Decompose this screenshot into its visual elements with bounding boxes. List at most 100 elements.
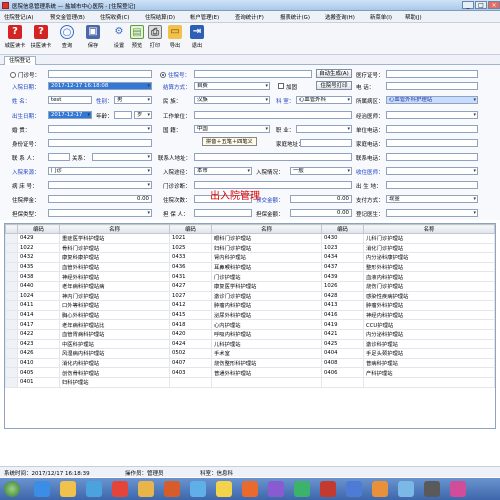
name-cell[interactable]: 肿瘤内科护理站 <box>211 300 322 311</box>
yajin-input[interactable]: 0.00 <box>48 195 152 203</box>
menzhen-radio[interactable] <box>10 72 16 78</box>
name-cell[interactable]: 眼科门诊护理站 <box>211 233 322 244</box>
code-cell[interactable]: 0440 <box>17 280 60 292</box>
name-cell[interactable]: 肿瘤外科护理站 <box>363 300 495 311</box>
code-cell[interactable]: 1025 <box>169 242 212 254</box>
zhifu-select[interactable]: 现金 <box>386 195 478 203</box>
name-cell[interactable]: 儿科护理站 <box>211 338 322 350</box>
name-cell[interactable]: 妇科门诊护理站 <box>211 242 322 254</box>
app-icon[interactable] <box>190 481 206 497</box>
code-cell[interactable] <box>321 376 364 388</box>
code-cell[interactable] <box>169 376 212 388</box>
code-cell[interactable]: 0422 <box>17 328 60 340</box>
ie-icon[interactable] <box>34 481 50 497</box>
table-row[interactable]: 0401 妇科护理站 <box>5 376 495 388</box>
name-cell[interactable]: 消化门诊护理站 <box>363 242 495 254</box>
code-cell[interactable]: 0419 <box>321 319 364 330</box>
name-cell[interactable]: 康复医学科护理站 <box>211 280 322 292</box>
code-cell[interactable]: 0423 <box>17 338 60 350</box>
print-button[interactable]: ⎙ 打印 <box>144 25 166 53</box>
name-cell[interactable]: 激诊门诊护理站 <box>211 290 322 302</box>
bingqu-select[interactable]: 心血管外科护理站 <box>386 96 478 104</box>
zhiye-select[interactable] <box>296 125 352 133</box>
shoushu-select[interactable] <box>386 167 478 175</box>
code-cell[interactable]: 0407 <box>169 357 212 369</box>
danbaoren-input[interactable] <box>194 209 252 217</box>
hunyin-select[interactable] <box>48 125 152 133</box>
bingqing-select[interactable] <box>48 181 152 189</box>
code-cell[interactable]: 0417 <box>17 319 60 330</box>
maximize-button[interactable]: □ <box>475 1 487 9</box>
name-cell[interactable]: 血管外科护理站 <box>59 261 170 273</box>
table-row[interactable]: 0435 血管外科护理站 0436 耳鼻喉科护理站 0437 整形外科护理站 <box>5 261 495 273</box>
code-cell[interactable]: 0413 <box>321 300 364 311</box>
menu-item-help[interactable]: 帮助(J) <box>405 13 422 21</box>
code-cell[interactable]: 1027 <box>169 290 212 302</box>
table-row[interactable]: 0417 老年病科护理站比 0418 心内护理站 0419 CCU护理站 <box>5 319 495 330</box>
code-cell[interactable]: 0412 <box>169 300 212 311</box>
code-cell[interactable]: 0438 <box>17 271 60 282</box>
code-cell[interactable]: 0433 <box>169 252 212 263</box>
menu-item-jiesuan[interactable]: 住院结算(D) <box>145 13 175 21</box>
name-cell[interactable]: 胸心外科护理站 <box>59 309 170 321</box>
name-cell[interactable]: 消化内科护理站 <box>59 357 170 369</box>
name-cell[interactable]: 神经外科护理站 <box>59 271 170 282</box>
close-button[interactable]: × <box>488 1 500 9</box>
name-input[interactable]: test <box>48 96 92 104</box>
code-cell[interactable]: 0403 <box>169 367 212 378</box>
code-cell[interactable]: 0421 <box>321 328 364 340</box>
code-cell[interactable]: 0415 <box>169 309 212 321</box>
column-header[interactable]: 名称 <box>59 224 170 234</box>
start-orb-icon[interactable] <box>4 481 20 497</box>
name-cell[interactable]: 康复科康护理站 <box>59 252 170 263</box>
dianhua-input[interactable] <box>386 82 478 90</box>
code-cell[interactable]: 0418 <box>169 319 212 330</box>
name-cell[interactable] <box>211 376 322 388</box>
tujing-select[interactable]: 本市 <box>194 167 252 175</box>
name-cell[interactable]: 风湿病内科护理站 <box>59 348 170 359</box>
code-cell[interactable]: 0436 <box>169 261 212 273</box>
name-cell[interactable]: 心内护理站 <box>211 319 322 330</box>
sex-select[interactable]: 男 <box>114 96 152 104</box>
code-cell[interactable]: 0406 <box>321 367 364 378</box>
name-cell[interactable]: 烧伤整形科护理站 <box>211 357 322 369</box>
menu-item-shoufei[interactable]: 住院收费(C) <box>100 13 130 21</box>
column-header[interactable]: 编码 <box>169 224 212 234</box>
code-cell[interactable]: 0434 <box>321 252 364 263</box>
keshi-select[interactable]: 心血管外科 <box>296 96 352 104</box>
export-button[interactable]: ▭ 导出 <box>164 25 186 53</box>
name-cell[interactable]: 重症医学科护理站 <box>59 233 170 244</box>
code-cell[interactable]: 0431 <box>169 271 212 282</box>
code-cell[interactable]: 0424 <box>169 338 212 350</box>
table-row[interactable]: 1022 骨科门诊护理站 1025 妇科门诊护理站 1023 消化门诊护理站 <box>5 242 495 254</box>
table-row[interactable]: 0422 血管胃病科护理站 0420 呼吸内科护理站 0421 内分泌科护理站 <box>5 328 495 340</box>
code-cell[interactable]: 1021 <box>169 233 212 244</box>
name-cell[interactable]: 产科护理站 <box>363 367 495 378</box>
code-cell[interactable]: 0435 <box>17 261 60 273</box>
name-cell[interactable]: 内分泌科护理站 <box>363 328 495 340</box>
menu-item-xuanban[interactable]: 选搬查询(H) <box>325 13 355 21</box>
name-cell[interactable]: 口外等科护理站 <box>59 300 170 311</box>
menu-item-yujiaojin[interactable]: 预交金管理(B) <box>50 13 85 21</box>
column-header[interactable]: 名称 <box>211 224 322 234</box>
code-cell[interactable]: 0428 <box>321 290 364 302</box>
folder-icon[interactable] <box>60 481 76 497</box>
code-cell[interactable]: 0416 <box>321 309 364 321</box>
read-card-fuyi-button[interactable]: ? 扶医读卡 <box>30 25 52 53</box>
name-cell[interactable]: 神内门诊护理站 <box>59 290 170 302</box>
code-cell[interactable]: 0408 <box>321 357 364 369</box>
table-row[interactable]: 0423 中医科护理站 0424 儿科护理站 0425 激诊科护理站 <box>5 338 495 350</box>
menu-item-baobiao[interactable]: 报表统计(G) <box>280 13 310 21</box>
shenfen-input[interactable] <box>48 139 152 147</box>
gongzuo-input[interactable] <box>194 111 352 119</box>
name-cell[interactable]: 泌尿外科护理站 <box>211 309 322 321</box>
code-cell[interactable]: 1024 <box>17 290 60 302</box>
read-card-chengyi-button[interactable]: ? 城医读卡 <box>4 25 26 53</box>
app-icon[interactable] <box>346 481 362 497</box>
name-cell[interactable]: 耳鼻喉科护理站 <box>211 261 322 273</box>
menzhen-input[interactable] <box>48 70 152 78</box>
yibao-input[interactable] <box>386 70 478 78</box>
jine-input[interactable]: 0.00 <box>290 195 352 203</box>
table-row[interactable]: 0411 口外等科护理站 0412 肿瘤内科护理站 0413 肿瘤外科护理站 <box>5 300 495 311</box>
name-cell[interactable]: 门诊护理站 <box>211 271 322 282</box>
